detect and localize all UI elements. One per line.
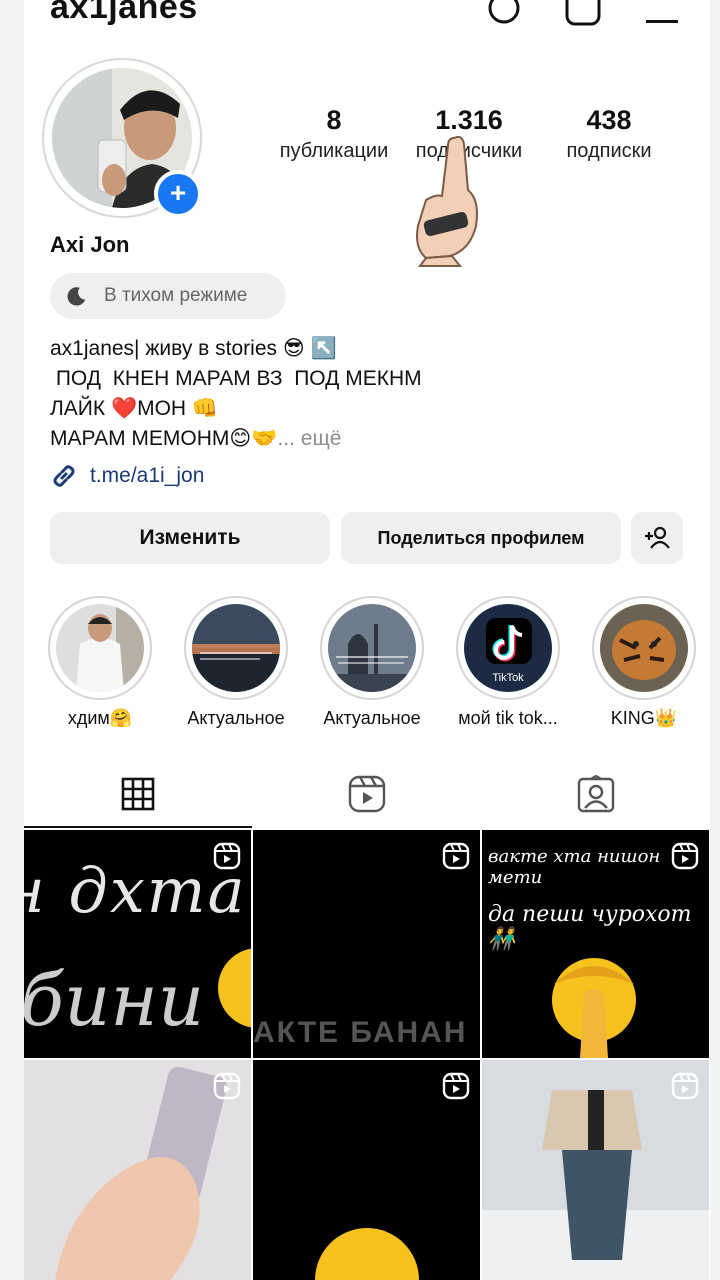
grid-post[interactable] [253,1060,480,1280]
tab-posts[interactable] [24,760,252,828]
highlight-ring [48,596,152,700]
add-story-button[interactable]: + [154,170,202,218]
tiktok-badge: TikTok [492,672,524,684]
emoji-face [218,948,251,1028]
tagged-icon [577,775,615,813]
share-profile-button[interactable]: Поделиться профилем [341,512,621,564]
reel-badge-icon [671,842,699,870]
edit-profile-button[interactable]: Изменить [50,512,330,564]
highlight-ring: TikTok [456,596,560,700]
grid-post[interactable] [24,1060,251,1280]
menu-icon[interactable] [644,0,680,30]
highlight-cover [192,604,280,692]
discover-people-button[interactable] [631,512,683,564]
profile-link[interactable]: t.me/a1i_jon [50,462,204,490]
highlight-item[interactable]: KING👑 [592,596,696,728]
bio-line: ЛАЙК ❤️МОН 👊 [50,397,219,420]
bio-more-link[interactable]: ... ещё [277,427,341,450]
highlight-ring [184,596,288,700]
highlight-item[interactable]: Актуальное [184,596,288,728]
profile-username[interactable]: ax1janes [50,0,198,27]
following-count-value: 438 [586,105,632,135]
grid-post[interactable] [482,1060,709,1280]
posts-count-value: 8 [326,105,342,135]
threads-icon[interactable] [486,0,522,30]
grid-post[interactable]: вакте хта нишон мети да пеши чурохот 👬 [482,830,709,1058]
highlight-cover [600,604,688,692]
profile-tabs [24,760,710,830]
tab-reels[interactable] [253,760,481,828]
link-icon [53,465,75,487]
highlight-item[interactable]: TikTok мой tik tok... [456,596,560,728]
highlight-ring [320,596,424,700]
highlight-label: Актуальное [323,708,421,728]
reel-badge-icon [671,1072,699,1100]
profile-link-text: t.me/a1i_jon [90,464,205,487]
reel-badge-icon [213,1072,241,1100]
tab-active-indicator [24,826,252,828]
reel-badge-icon [442,1072,470,1100]
following-count[interactable]: 438 подписки [544,105,674,163]
highlight-cover: TikTok [464,604,552,692]
profile-bio: ax1janes| живу в stories 😎 ↖️ ПОД КНЕН М… [50,334,422,454]
grid-post[interactable]: н дхта бини [24,830,251,1058]
bio-line: МАРАМ МЕМОНМ😊🤝 [50,427,278,450]
quiet-mode-label: В тихом режиме [104,285,248,306]
highlight-label: Актуальное [187,708,285,728]
highlight-label: хдим🤗 [67,708,133,728]
following-count-label: подписки [566,140,652,162]
reel-badge-icon [442,842,470,870]
tab-tagged[interactable] [482,760,710,828]
posts-count[interactable]: 8 публикации [274,105,394,163]
profile-screen: ax1janes + 8 публикации 1.316 подписчики… [24,0,710,1280]
highlight-item[interactable]: Актуальное [320,596,424,728]
post-caption-text: да пеши чурохот 👬 [488,902,692,952]
quiet-mode-chip[interactable]: В тихом режиме [50,273,286,319]
grid-icon [121,777,155,811]
highlight-cover [328,604,416,692]
emoji-face [315,1228,419,1280]
highlight-ring [592,596,696,700]
tap-hand-icon [416,135,478,267]
moon-icon [67,287,86,306]
highlight-label: KING👑 [610,708,678,728]
reels-icon [348,775,386,813]
post-caption-text: бини [24,958,205,1042]
display-name: Axi Jon [50,232,130,257]
post-caption-text: АКТЕ БАНАН [253,1016,468,1049]
add-person-icon [645,526,670,549]
top-bar: ax1janes [24,0,710,32]
add-content-icon[interactable] [564,0,604,34]
highlight-label: мой tik tok... [458,708,558,728]
bio-line: ПОД КНЕН МАРАМ ВЗ ПОД МЕКНМ [50,367,422,390]
bio-line: ax1janes| живу в stories 😎 ↖️ [50,337,337,360]
reel-badge-icon [213,842,241,870]
grid-post[interactable]: АКТЕ БАНАН [253,830,480,1058]
posts-count-label: публикации [279,140,389,162]
highlight-item[interactable]: хдим🤗 [48,596,152,728]
facepalm-emoji [552,958,636,1058]
highlight-cover [56,604,144,692]
